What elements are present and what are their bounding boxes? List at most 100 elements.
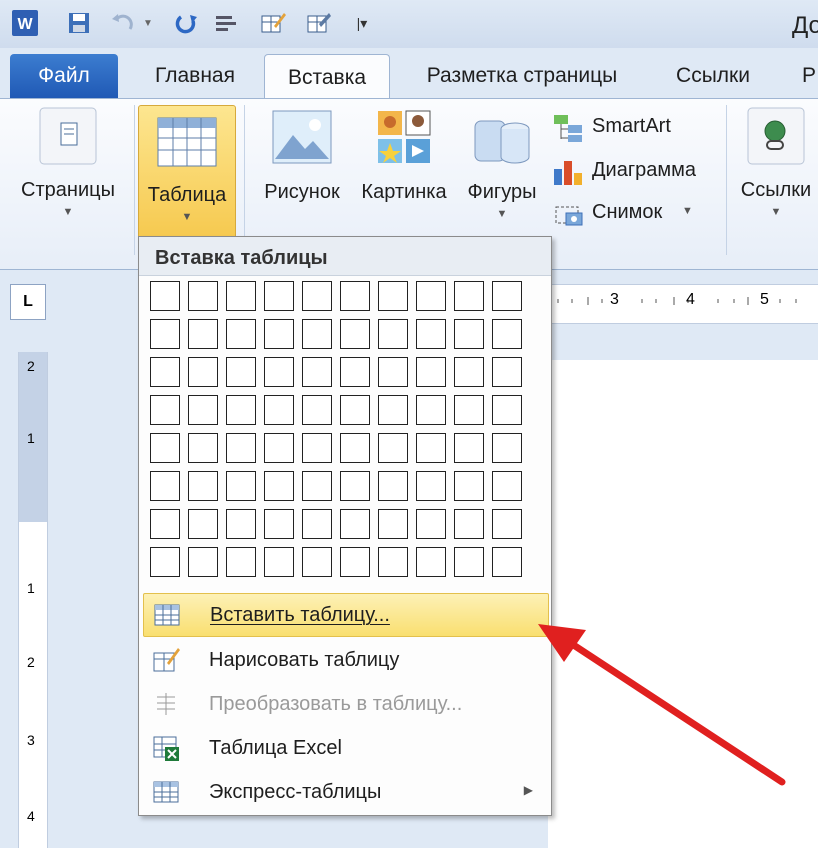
table-grid-cell[interactable] bbox=[302, 433, 332, 463]
table-grid-cell[interactable] bbox=[492, 395, 522, 425]
table-grid-cell[interactable] bbox=[378, 433, 408, 463]
format-icon[interactable] bbox=[212, 8, 242, 38]
table-grid-cell[interactable] bbox=[416, 509, 446, 539]
table-grid-cell[interactable] bbox=[150, 509, 180, 539]
table-grid-cell[interactable] bbox=[226, 395, 256, 425]
table-grid-cell[interactable] bbox=[340, 281, 370, 311]
table-grid-cell[interactable] bbox=[416, 395, 446, 425]
table-grid-cell[interactable] bbox=[378, 281, 408, 311]
table-grid-cell[interactable] bbox=[492, 471, 522, 501]
table-grid-cell[interactable] bbox=[264, 357, 294, 387]
tab-references[interactable]: Ссылки bbox=[672, 54, 754, 98]
table-grid-cell[interactable] bbox=[188, 433, 218, 463]
tab-file[interactable]: Файл bbox=[10, 54, 118, 98]
table-grid-cell[interactable] bbox=[150, 357, 180, 387]
table-grid-cell[interactable] bbox=[188, 357, 218, 387]
table-grid-cell[interactable] bbox=[264, 433, 294, 463]
undo-dropdown-icon[interactable]: ▼ bbox=[140, 8, 156, 38]
quick-tables-menu-item[interactable]: Экспресс-таблицы ▶ bbox=[143, 771, 547, 813]
table-grid-cell[interactable] bbox=[264, 471, 294, 501]
convert-to-table-menu-item[interactable]: Преобразовать в таблицу... bbox=[143, 683, 547, 725]
table-grid-cell[interactable] bbox=[264, 395, 294, 425]
table-grid-cell[interactable] bbox=[416, 357, 446, 387]
table-grid-cell[interactable] bbox=[492, 319, 522, 349]
table-grid-cell[interactable] bbox=[226, 471, 256, 501]
table-grid-cell[interactable] bbox=[302, 547, 332, 577]
word-icon[interactable]: W bbox=[10, 8, 40, 38]
table-grid-cell[interactable] bbox=[264, 547, 294, 577]
table-grid-cell[interactable] bbox=[454, 319, 484, 349]
table-grid-cell[interactable] bbox=[340, 433, 370, 463]
links-button[interactable]: Ссылки ▼ bbox=[734, 107, 818, 218]
table-grid-cell[interactable] bbox=[416, 471, 446, 501]
table-grid-cell[interactable] bbox=[302, 281, 332, 311]
table-grid-cell[interactable] bbox=[264, 281, 294, 311]
table-grid-cell[interactable] bbox=[264, 509, 294, 539]
table-grid-cell[interactable] bbox=[150, 319, 180, 349]
table-grid-cell[interactable] bbox=[378, 395, 408, 425]
table-grid-cell[interactable] bbox=[264, 319, 294, 349]
table-grid-cell[interactable] bbox=[340, 509, 370, 539]
table-grid-cell[interactable] bbox=[454, 357, 484, 387]
table-grid-cell[interactable] bbox=[226, 281, 256, 311]
horizontal-ruler[interactable]: 3 4 5 bbox=[548, 284, 818, 324]
table-grid-cell[interactable] bbox=[454, 395, 484, 425]
tab-mailings-partial[interactable]: Р bbox=[800, 54, 818, 98]
table-grid-cell[interactable] bbox=[150, 471, 180, 501]
table-grid-cell[interactable] bbox=[454, 509, 484, 539]
customize-qat-icon[interactable]: |▾ bbox=[352, 8, 372, 38]
table-grid-cell[interactable] bbox=[378, 357, 408, 387]
table-grid-cell[interactable] bbox=[188, 319, 218, 349]
table-grid-cell[interactable] bbox=[454, 471, 484, 501]
table-grid-cell[interactable] bbox=[378, 547, 408, 577]
table-grid-cell[interactable] bbox=[378, 471, 408, 501]
table-grid-cell[interactable] bbox=[226, 547, 256, 577]
redo-icon[interactable] bbox=[172, 8, 202, 38]
table-grid-cell[interactable] bbox=[340, 395, 370, 425]
table-button[interactable]: Таблица ▼ bbox=[138, 105, 236, 239]
table-grid-cell[interactable] bbox=[226, 509, 256, 539]
table-grid-cell[interactable] bbox=[416, 433, 446, 463]
table-grid-cell[interactable] bbox=[150, 547, 180, 577]
table-grid-cell[interactable] bbox=[492, 433, 522, 463]
draw-table-menu-item[interactable]: Нарисовать таблицу bbox=[143, 639, 547, 681]
table-grid-cell[interactable] bbox=[340, 547, 370, 577]
table-grid-cell[interactable] bbox=[188, 395, 218, 425]
table-grid-cell[interactable] bbox=[492, 509, 522, 539]
table-grid-cell[interactable] bbox=[302, 509, 332, 539]
table-edit-qat-icon[interactable] bbox=[304, 8, 334, 38]
table-grid-cell[interactable] bbox=[340, 471, 370, 501]
table-grid-cell[interactable] bbox=[340, 357, 370, 387]
draw-table-qat-icon[interactable] bbox=[258, 8, 288, 38]
table-grid-cell[interactable] bbox=[302, 319, 332, 349]
vertical-ruler[interactable]: 2 1 1 2 3 4 bbox=[18, 352, 48, 848]
excel-table-menu-item[interactable]: Таблица Excel bbox=[143, 727, 547, 769]
undo-icon[interactable] bbox=[108, 8, 138, 38]
table-grid-cell[interactable] bbox=[378, 319, 408, 349]
table-grid-cell[interactable] bbox=[302, 395, 332, 425]
table-grid-cell[interactable] bbox=[454, 281, 484, 311]
table-grid-cell[interactable] bbox=[416, 281, 446, 311]
table-grid-cell[interactable] bbox=[340, 319, 370, 349]
table-grid-cell[interactable] bbox=[492, 547, 522, 577]
clipart-button[interactable]: Картинка bbox=[352, 109, 456, 204]
table-grid-cell[interactable] bbox=[302, 357, 332, 387]
table-grid-cell[interactable] bbox=[188, 281, 218, 311]
tab-page-layout[interactable]: Разметка страницы bbox=[416, 54, 628, 98]
table-grid-cell[interactable] bbox=[150, 433, 180, 463]
pages-button[interactable]: Страницы ▼ bbox=[8, 107, 128, 218]
tab-selector[interactable]: L bbox=[10, 284, 46, 320]
table-grid-cell[interactable] bbox=[226, 357, 256, 387]
table-grid-cell[interactable] bbox=[150, 395, 180, 425]
table-grid-cell[interactable] bbox=[454, 547, 484, 577]
tab-home[interactable]: Главная bbox=[150, 54, 240, 98]
table-grid-cell[interactable] bbox=[188, 547, 218, 577]
insert-table-menu-item[interactable]: Вставить таблицу... bbox=[143, 593, 549, 637]
table-grid-cell[interactable] bbox=[416, 319, 446, 349]
save-icon[interactable] bbox=[64, 8, 94, 38]
tab-insert[interactable]: Вставка bbox=[264, 54, 390, 101]
table-grid-cell[interactable] bbox=[302, 471, 332, 501]
table-grid-cell[interactable] bbox=[226, 319, 256, 349]
table-grid-cell[interactable] bbox=[226, 433, 256, 463]
table-grid-cell[interactable] bbox=[492, 357, 522, 387]
